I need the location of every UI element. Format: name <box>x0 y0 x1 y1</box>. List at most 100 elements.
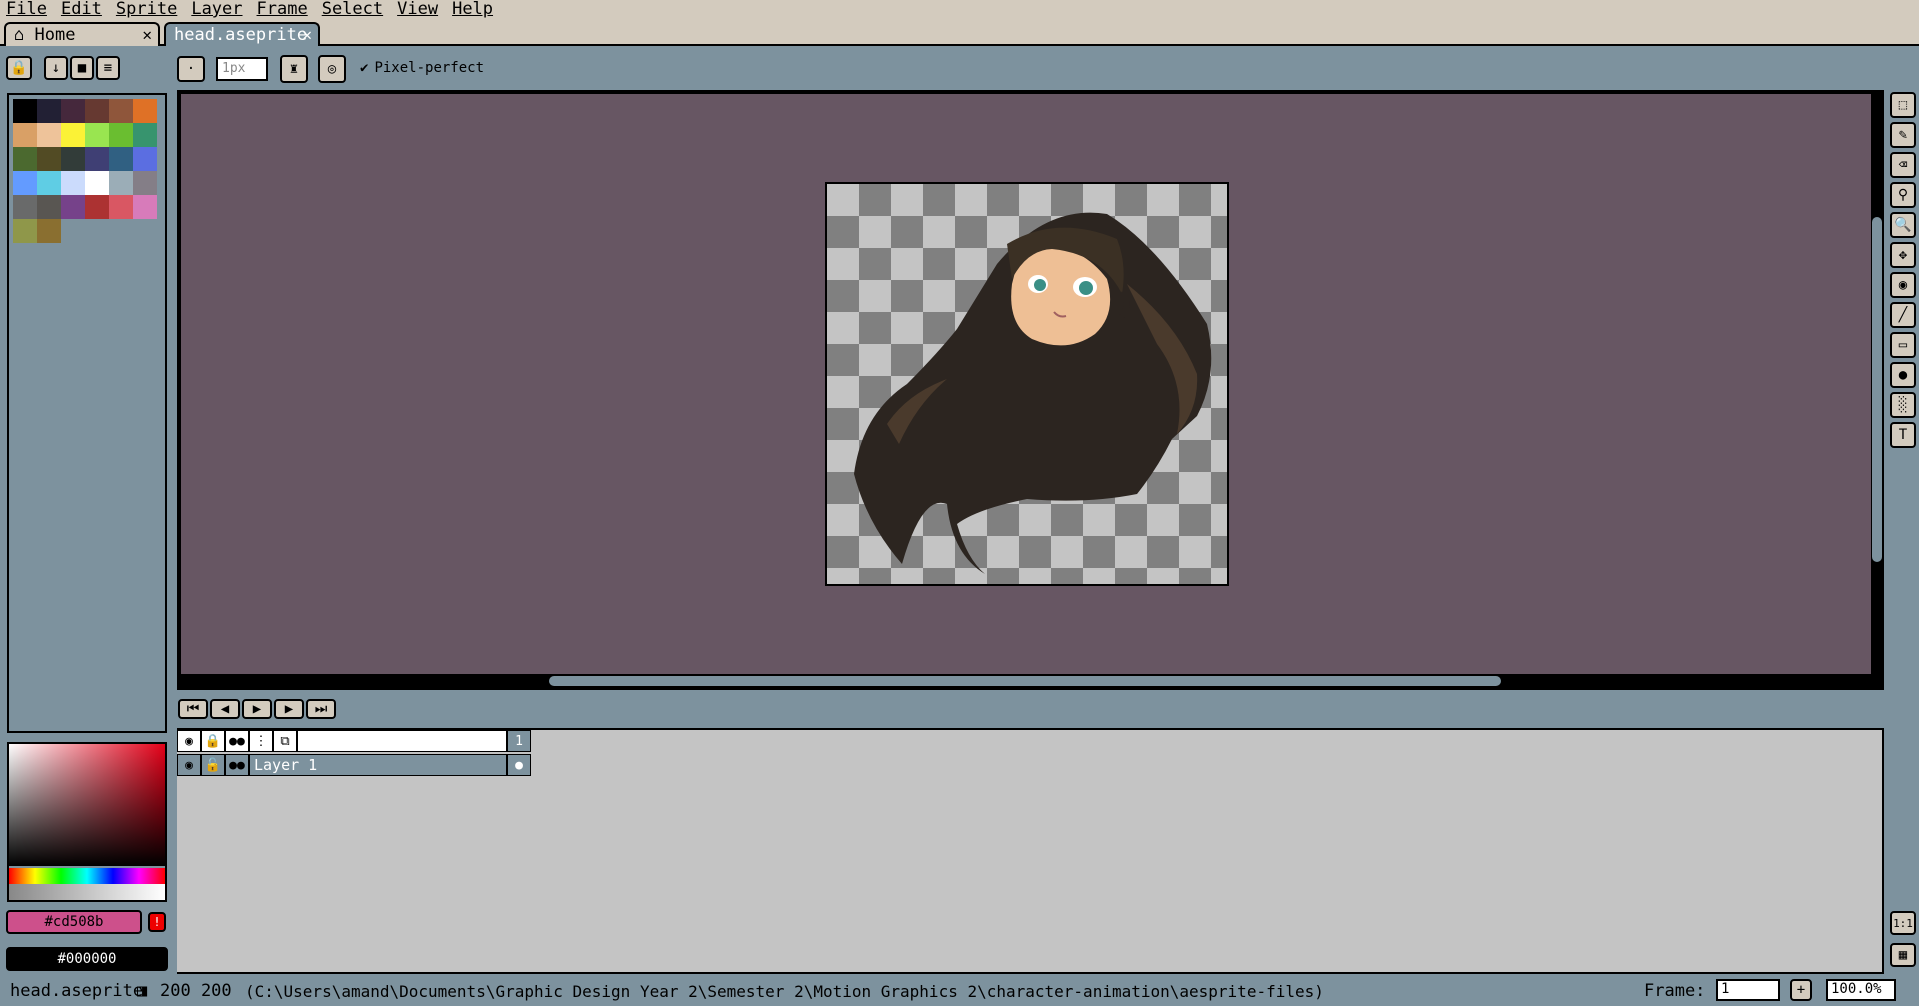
palette-swatch[interactable] <box>13 99 37 123</box>
sort-icon[interactable]: ↓ <box>44 56 68 80</box>
saturation-value-field[interactable] <box>9 744 165 866</box>
palette-swatch[interactable] <box>85 147 109 171</box>
eye-icon[interactable]: ◉ <box>177 730 201 752</box>
pencil-icon[interactable]: ✎ <box>1890 122 1916 148</box>
tab-home[interactable]: ⌂ Home ✕ <box>4 22 160 46</box>
next-frame-icon[interactable]: ▶ <box>274 699 304 719</box>
palette-swatch[interactable] <box>37 123 61 147</box>
fill-icon[interactable]: ◉ <box>1890 272 1916 298</box>
menu-sprite[interactable]: Sprite <box>110 0 185 20</box>
editor-viewport[interactable] <box>177 90 1884 690</box>
eyedropper-icon[interactable]: ⚲ <box>1890 182 1916 208</box>
add-frame-icon[interactable]: + <box>1790 979 1812 1001</box>
marquee-icon[interactable]: ⬚ <box>1890 92 1916 118</box>
eraser-icon[interactable]: ⌫ <box>1890 152 1916 178</box>
eye-icon[interactable]: ◉ <box>177 754 201 776</box>
zoom-1-1-icon[interactable]: 1:1 <box>1890 911 1916 935</box>
canvas-background[interactable] <box>181 94 1871 674</box>
palette-swatch[interactable] <box>61 171 85 195</box>
palette-swatch[interactable] <box>85 195 109 219</box>
palette-swatch[interactable] <box>61 147 85 171</box>
previous-frame-icon[interactable]: ◀ <box>210 699 240 719</box>
menu-help[interactable]: Help <box>446 0 501 20</box>
lock-icon[interactable]: 🔒 <box>201 730 225 752</box>
palette-swatch[interactable] <box>133 123 157 147</box>
continuous-icon[interactable]: ●● <box>225 754 249 776</box>
palette-swatch[interactable] <box>133 171 157 195</box>
palette-swatch[interactable] <box>85 171 109 195</box>
rectangle-icon[interactable]: ▭ <box>1890 332 1916 358</box>
line-icon[interactable]: ╱ <box>1890 302 1916 328</box>
palette-swatch[interactable] <box>13 171 37 195</box>
blur-icon[interactable]: ░ <box>1890 392 1916 418</box>
play-icon[interactable]: ▶ <box>242 699 272 719</box>
alpha-slider[interactable] <box>9 884 165 900</box>
sprite-canvas[interactable] <box>825 182 1229 586</box>
menu-edit[interactable]: Edit <box>55 0 110 20</box>
palette-swatch[interactable] <box>109 147 133 171</box>
color-picker[interactable] <box>7 742 167 902</box>
group-icon[interactable]: ⋮ <box>249 730 273 752</box>
palette-swatch[interactable] <box>133 195 157 219</box>
zoom-input[interactable]: 100.0% <box>1826 979 1896 1001</box>
lock-icon[interactable]: 🔓 <box>201 754 225 776</box>
menu-select[interactable]: Select <box>316 0 391 20</box>
close-icon[interactable]: ✕ <box>142 25 152 44</box>
palette-swatch[interactable] <box>61 99 85 123</box>
palette-swatch[interactable] <box>61 123 85 147</box>
zoom-icon[interactable]: 🔍 <box>1890 212 1916 238</box>
options-icon[interactable]: ≡ <box>96 56 120 80</box>
palette-swatch[interactable] <box>37 99 61 123</box>
palette-swatch[interactable] <box>85 123 109 147</box>
palette-swatch[interactable] <box>37 171 61 195</box>
warning-icon[interactable]: ! <box>148 912 166 932</box>
horizontal-scrollbar[interactable] <box>549 676 1501 686</box>
palette-swatch[interactable] <box>13 219 37 243</box>
palette-swatch[interactable] <box>13 123 37 147</box>
pixel-perfect-checkbox[interactable]: ✔ Pixel-perfect <box>360 60 484 76</box>
tab-document[interactable]: head.aseprite ✕ <box>164 22 320 46</box>
palette-swatch[interactable] <box>109 171 133 195</box>
timeline-toggle-icon[interactable]: ▦ <box>1890 943 1916 967</box>
palette-swatch[interactable] <box>13 147 37 171</box>
close-icon[interactable]: ✕ <box>302 25 312 44</box>
text-icon[interactable]: T <box>1890 422 1916 448</box>
ellipse-icon[interactable]: ● <box>1890 362 1916 388</box>
layer-name[interactable]: Layer 1 <box>249 754 507 776</box>
vertical-scrollbar[interactable] <box>1872 217 1882 562</box>
timeline[interactable]: ◉ 🔒 ●● ⋮ ⧉ 1 ◉ 🔓 ●● Layer 1 ● <box>177 728 1884 974</box>
ink-icon[interactable]: ♜ <box>280 55 308 83</box>
palette-swatch[interactable] <box>85 99 109 123</box>
palette-swatch[interactable] <box>37 195 61 219</box>
menu-view[interactable]: View <box>391 0 446 20</box>
frame-header[interactable]: 1 <box>507 730 531 752</box>
move-icon[interactable]: ✥ <box>1890 242 1916 268</box>
palette-swatch[interactable] <box>133 99 157 123</box>
pixel-perfect-icon[interactable]: ◎ <box>318 55 346 83</box>
continuous-icon[interactable]: ●● <box>225 730 249 752</box>
presets-icon[interactable]: ■ <box>70 56 94 80</box>
menu-layer[interactable]: Layer <box>185 0 250 20</box>
brush-type-button[interactable]: · <box>177 56 205 82</box>
palette-swatch[interactable] <box>109 99 133 123</box>
onion-skin-icon[interactable]: ⧉ <box>273 730 297 752</box>
hue-slider[interactable] <box>9 868 165 884</box>
frame-input[interactable]: 1 <box>1716 979 1780 1001</box>
palette-swatch[interactable] <box>13 195 37 219</box>
palette-swatch[interactable] <box>37 219 61 243</box>
menu-frame[interactable]: Frame <box>251 0 316 20</box>
cel-keyframe[interactable]: ● <box>507 754 531 776</box>
layer-row[interactable]: ◉ 🔓 ●● Layer 1 ● <box>177 754 531 776</box>
lock-icon[interactable]: 🔒 <box>6 56 32 80</box>
last-frame-icon[interactable]: ⏭ <box>306 699 336 719</box>
palette-swatch[interactable] <box>61 195 85 219</box>
background-color[interactable]: #000000 <box>6 947 168 971</box>
palette-swatch[interactable] <box>37 147 61 171</box>
foreground-color[interactable]: #cd508b <box>6 910 142 934</box>
palette-swatch[interactable] <box>133 147 157 171</box>
first-frame-icon[interactable]: ⏮ <box>178 699 208 719</box>
brush-size-input[interactable]: 1px <box>216 57 268 81</box>
menu-file[interactable]: File <box>0 0 55 20</box>
palette-swatch[interactable] <box>109 195 133 219</box>
palette-swatch[interactable] <box>109 123 133 147</box>
